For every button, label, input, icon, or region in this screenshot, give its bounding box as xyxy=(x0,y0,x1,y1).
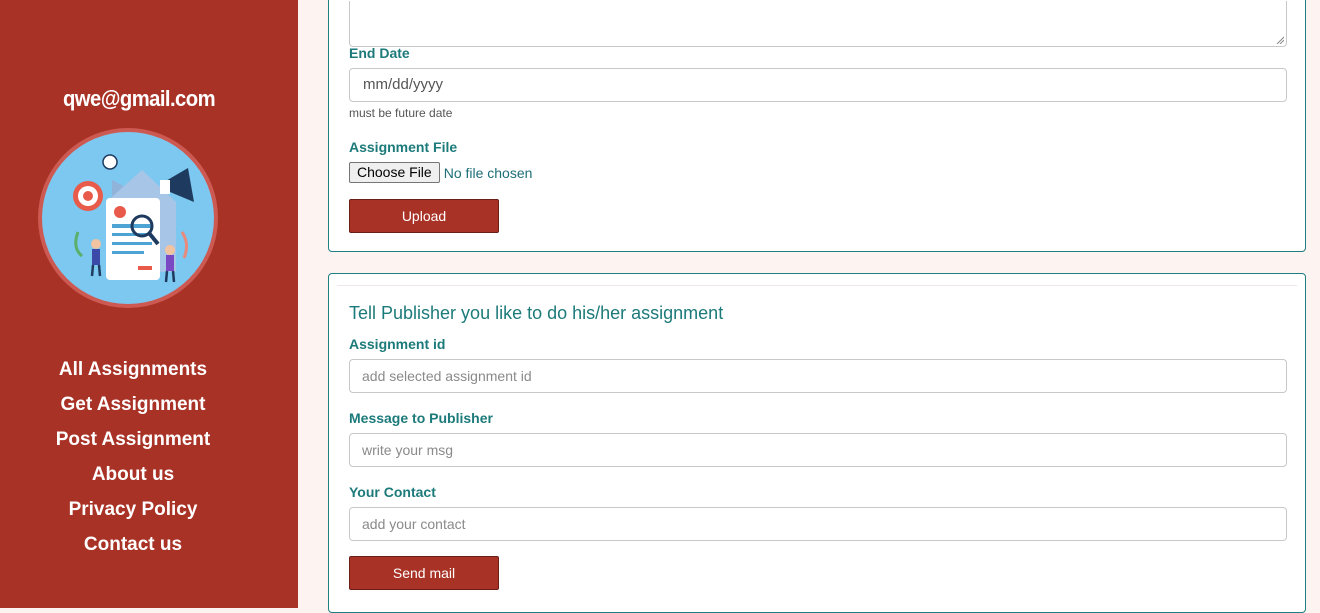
upload-button[interactable]: Upload xyxy=(349,199,499,233)
no-file-status: No file chosen xyxy=(443,164,533,181)
assignment-file-label: Assignment File xyxy=(349,139,458,155)
sidebar-item-privacy-policy[interactable]: Privacy Policy xyxy=(0,498,266,533)
choose-file-button[interactable]: Choose File xyxy=(349,162,440,183)
assignment-illustration-icon xyxy=(42,132,214,304)
profile-avatar xyxy=(38,128,218,308)
contact-input[interactable]: add your contact xyxy=(349,507,1287,541)
message-input[interactable]: write your msg xyxy=(349,433,1287,467)
sidebar-item-get-assignment[interactable]: Get Assignment xyxy=(0,393,266,428)
sidebar-item-all-assignments[interactable]: All Assignments xyxy=(0,358,266,393)
assignment-file-input: Choose File No file chosen xyxy=(349,162,532,183)
user-email: qwe@gmail.com xyxy=(62,86,216,111)
request-card-title: Tell Publisher you like to do his/her as… xyxy=(349,303,724,323)
card-divider xyxy=(337,285,1297,286)
sidebar-nav: All Assignments Get Assignment Post Assi… xyxy=(0,358,266,568)
sidebar-item-contact-us[interactable]: Contact us xyxy=(0,533,266,568)
assignment-id-label: Assignment id xyxy=(349,336,446,352)
send-mail-button[interactable]: Send mail xyxy=(349,556,499,590)
main-content: End Date mm/dd/yyyy must be future date … xyxy=(328,0,1308,613)
end-date-label: End Date xyxy=(349,45,410,61)
end-date-input[interactable]: mm/dd/yyyy xyxy=(349,68,1287,102)
sidebar-item-post-assignment[interactable]: Post Assignment xyxy=(0,428,266,463)
end-date-hint: must be future date xyxy=(349,106,453,120)
description-textarea[interactable] xyxy=(349,1,1287,47)
request-assignment-card: Tell Publisher you like to do his/her as… xyxy=(328,273,1306,613)
post-assignment-card: End Date mm/dd/yyyy must be future date … xyxy=(328,0,1306,252)
resize-handle-icon[interactable] xyxy=(1276,36,1284,44)
sidebar: qwe@gmail.com All Assignments Get Assign… xyxy=(0,0,298,608)
sidebar-item-about-us[interactable]: About us xyxy=(0,463,266,498)
message-label: Message to Publisher xyxy=(349,410,493,426)
contact-label: Your Contact xyxy=(349,484,436,500)
assignment-id-input[interactable]: add selected assignment id xyxy=(349,359,1287,393)
